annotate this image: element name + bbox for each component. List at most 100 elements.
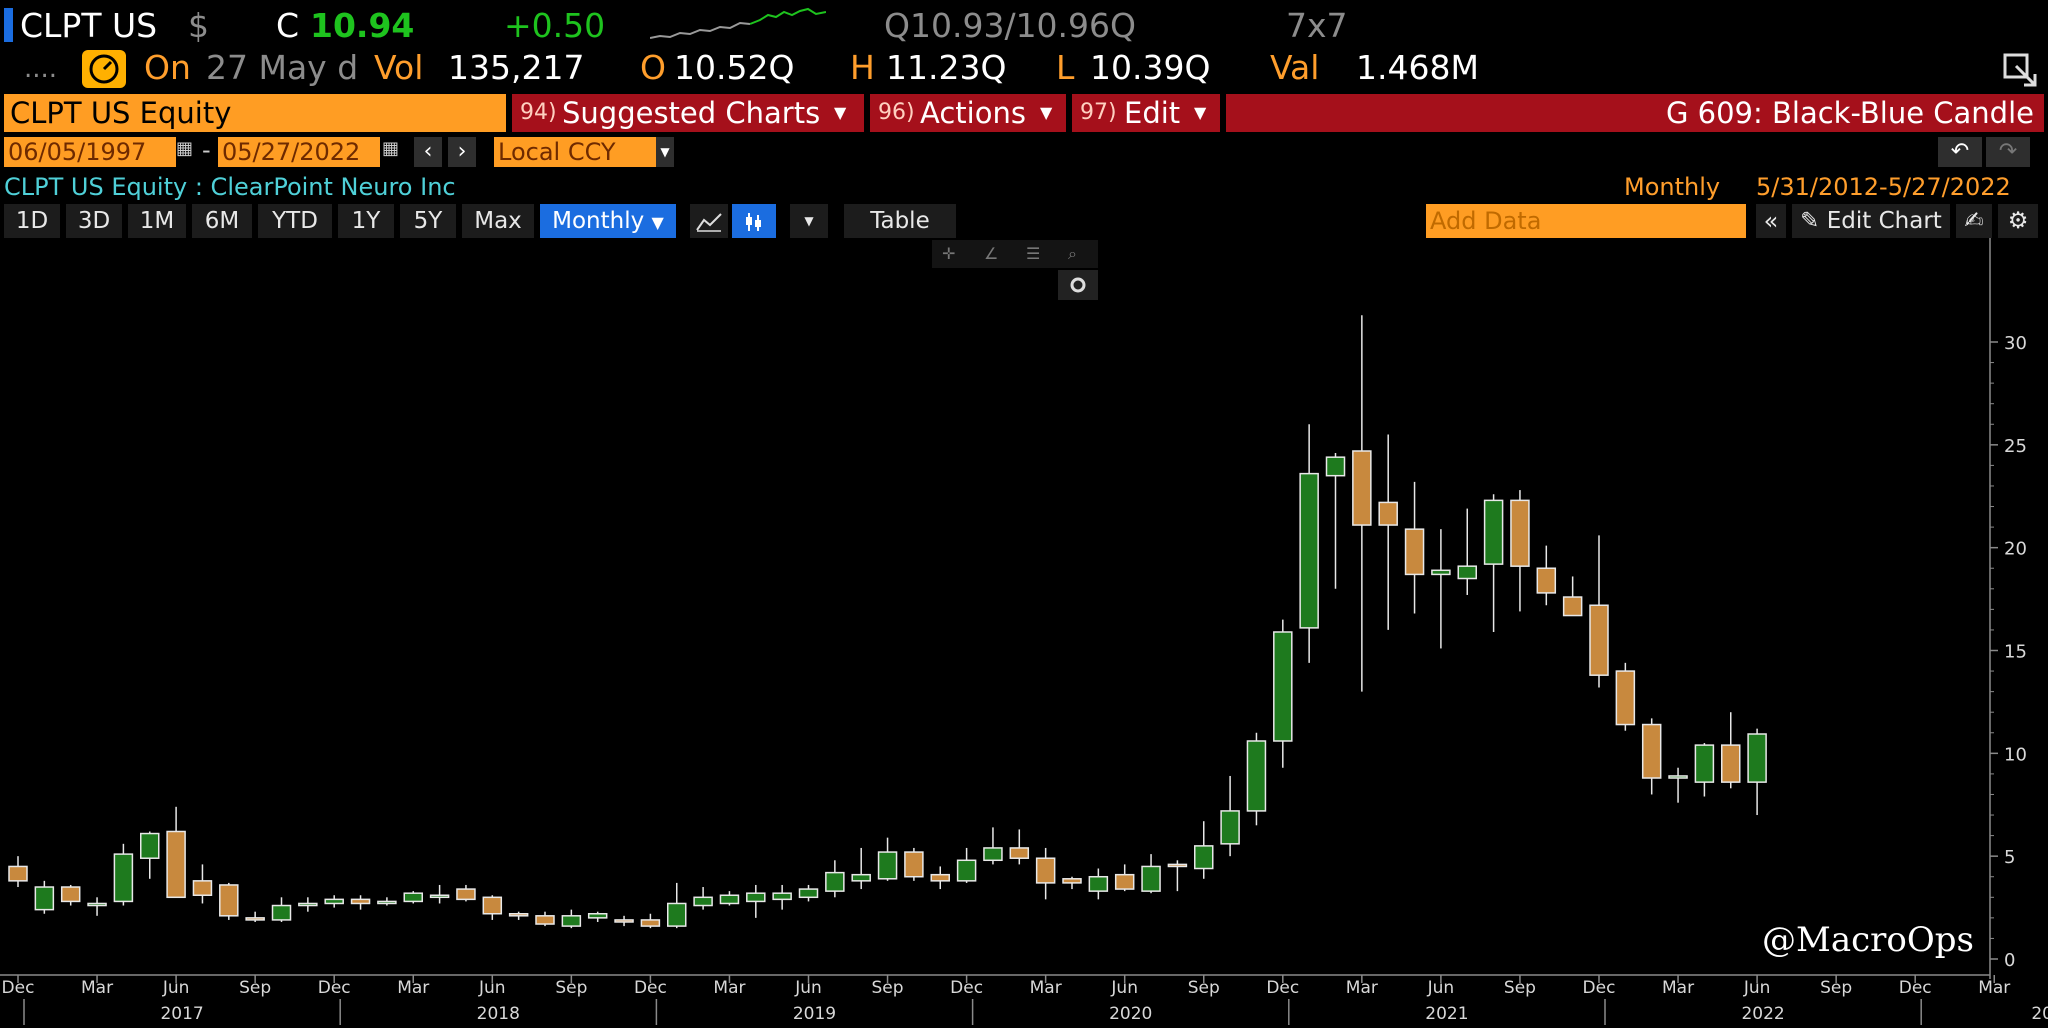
candle-body xyxy=(1352,450,1372,526)
y-tick-label: 5 xyxy=(2004,847,2015,868)
security-field[interactable]: CLPT US Equity xyxy=(4,94,506,132)
candle-body xyxy=(1141,865,1161,892)
candle-body xyxy=(1114,873,1135,890)
actions-label: Actions xyxy=(920,96,1026,130)
currency-symbol: $ xyxy=(188,6,209,45)
candle-body xyxy=(983,847,1003,862)
annotate-icon[interactable]: ✍ xyxy=(1956,204,1992,238)
candle-body xyxy=(1299,472,1319,629)
candle-body xyxy=(904,851,924,878)
calendar-icon[interactable]: ▦ xyxy=(176,138,193,159)
candle-body xyxy=(1273,631,1293,742)
candle-body xyxy=(667,902,687,927)
candle-body xyxy=(1510,499,1530,567)
tab-ytd[interactable]: YTD xyxy=(258,204,332,238)
popout-icon[interactable] xyxy=(2002,52,2038,88)
date-span: 5/31/2012-5/27/2022 xyxy=(1756,173,2011,201)
collapse-icon[interactable]: « xyxy=(1756,204,1786,238)
x-tick-label: Jun xyxy=(1743,978,1771,998)
periodicity-dropdown[interactable]: Monthly ▼ xyxy=(540,204,676,238)
candle-body xyxy=(508,913,529,917)
chart-type-dropdown[interactable]: ▼ xyxy=(790,204,828,238)
end-date-field[interactable]: 05/27/2022 xyxy=(218,137,380,167)
candle-body xyxy=(271,904,292,921)
undo-button[interactable]: ↶ xyxy=(1938,137,1982,167)
x-tick-label: Mar xyxy=(81,978,113,998)
candle-body xyxy=(1325,456,1346,477)
next-range-button[interactable]: › xyxy=(448,137,476,167)
candle-body xyxy=(719,894,740,905)
tab-5y[interactable]: 5Y xyxy=(400,204,456,238)
tab-1y[interactable]: 1Y xyxy=(338,204,394,238)
add-data-input[interactable]: Add Data xyxy=(1426,204,1746,238)
candle-chart-icon[interactable] xyxy=(732,204,776,238)
tab-1d[interactable]: 1D xyxy=(4,204,60,238)
candle-body xyxy=(1668,775,1688,779)
suggested-charts-number: 94) xyxy=(520,100,557,125)
x-tick-label: Mar xyxy=(1978,978,2010,998)
start-date-field[interactable]: 06/05/1997 xyxy=(4,137,176,167)
line-chart-icon[interactable] xyxy=(690,204,728,238)
open-price: 10.52Q xyxy=(674,48,795,87)
speedometer-icon[interactable] xyxy=(82,50,126,88)
candlestick-chart[interactable]: 051015202530 Dec Mar Jun Sep Dec Mar Jun Sep Dec… xyxy=(0,238,2048,1028)
x-tick-label: Mar xyxy=(1662,978,1694,998)
currency-dropdown-button[interactable]: ▼ xyxy=(656,137,674,167)
actions-menu[interactable]: 96) Actions ▼ xyxy=(870,94,1066,132)
chevron-down-icon: ▼ xyxy=(1040,103,1053,122)
last-price: 10.94 xyxy=(310,6,415,45)
redo-button[interactable]: ↷ xyxy=(1986,137,2030,167)
candle-body xyxy=(456,888,476,901)
candle-body xyxy=(1062,878,1082,884)
watermark: @MacroOps xyxy=(1762,920,1974,960)
y-tick-label: 0 xyxy=(2004,950,2015,971)
tab-6m[interactable]: 6M xyxy=(192,204,252,238)
candle-body xyxy=(1483,499,1504,565)
x-tick-label: Mar xyxy=(1346,978,1378,998)
open-label: O xyxy=(640,48,666,87)
trade-date: 27 May d xyxy=(206,48,359,87)
calendar-icon[interactable]: ▦ xyxy=(382,138,399,159)
edit-menu[interactable]: 97) Edit ▼ xyxy=(1072,94,1220,132)
low-price: 10.39Q xyxy=(1090,48,1211,87)
candle-body xyxy=(1694,744,1715,783)
high-label: H xyxy=(850,48,875,87)
prev-range-button[interactable]: ‹ xyxy=(414,137,442,167)
candle-body xyxy=(298,902,318,907)
candle-body xyxy=(429,894,450,899)
candle-body xyxy=(1747,733,1767,783)
candle-body xyxy=(113,853,134,903)
x-tick-label: Sep xyxy=(872,978,904,998)
currency-select[interactable]: Local CCY xyxy=(494,137,656,167)
candle-body xyxy=(746,892,766,903)
suggested-charts-label: Suggested Charts xyxy=(562,96,821,130)
gear-icon[interactable]: ⚙ xyxy=(1998,204,2038,238)
table-button[interactable]: Table xyxy=(844,204,956,238)
edit-number: 97) xyxy=(1080,100,1117,125)
price-label: C xyxy=(276,6,300,45)
candle-body xyxy=(60,886,81,903)
currency-select-value: Local CCY xyxy=(498,138,616,166)
x-tick-label: Mar xyxy=(397,978,429,998)
tab-max[interactable]: Max xyxy=(462,204,534,238)
x-tick-label: Sep xyxy=(239,978,271,998)
x-tick-label: Jun xyxy=(794,978,822,998)
traded-value: 1.468M xyxy=(1356,48,1479,87)
x-year-label: 2021 xyxy=(1425,1004,1468,1024)
ticker[interactable]: CLPT US xyxy=(20,4,157,48)
candle-body xyxy=(192,880,213,896)
candle-body xyxy=(825,871,845,892)
dots: .... xyxy=(24,54,58,84)
y-tick-label: 30 xyxy=(2004,333,2027,354)
tab-3d[interactable]: 3D xyxy=(66,204,122,238)
x-tick-label: Sep xyxy=(1820,978,1852,998)
candle-body xyxy=(1088,875,1109,892)
edit-chart-button[interactable]: ✎ Edit Chart xyxy=(1792,204,1950,238)
tab-1m[interactable]: 1M xyxy=(128,204,186,238)
candle-body xyxy=(8,865,28,882)
x-tick-label: Mar xyxy=(713,978,745,998)
candle-body xyxy=(1536,567,1557,594)
suggested-charts-menu[interactable]: 94) Suggested Charts ▼ xyxy=(512,94,864,132)
range-dash: - xyxy=(202,136,211,164)
candle-body xyxy=(956,859,977,882)
